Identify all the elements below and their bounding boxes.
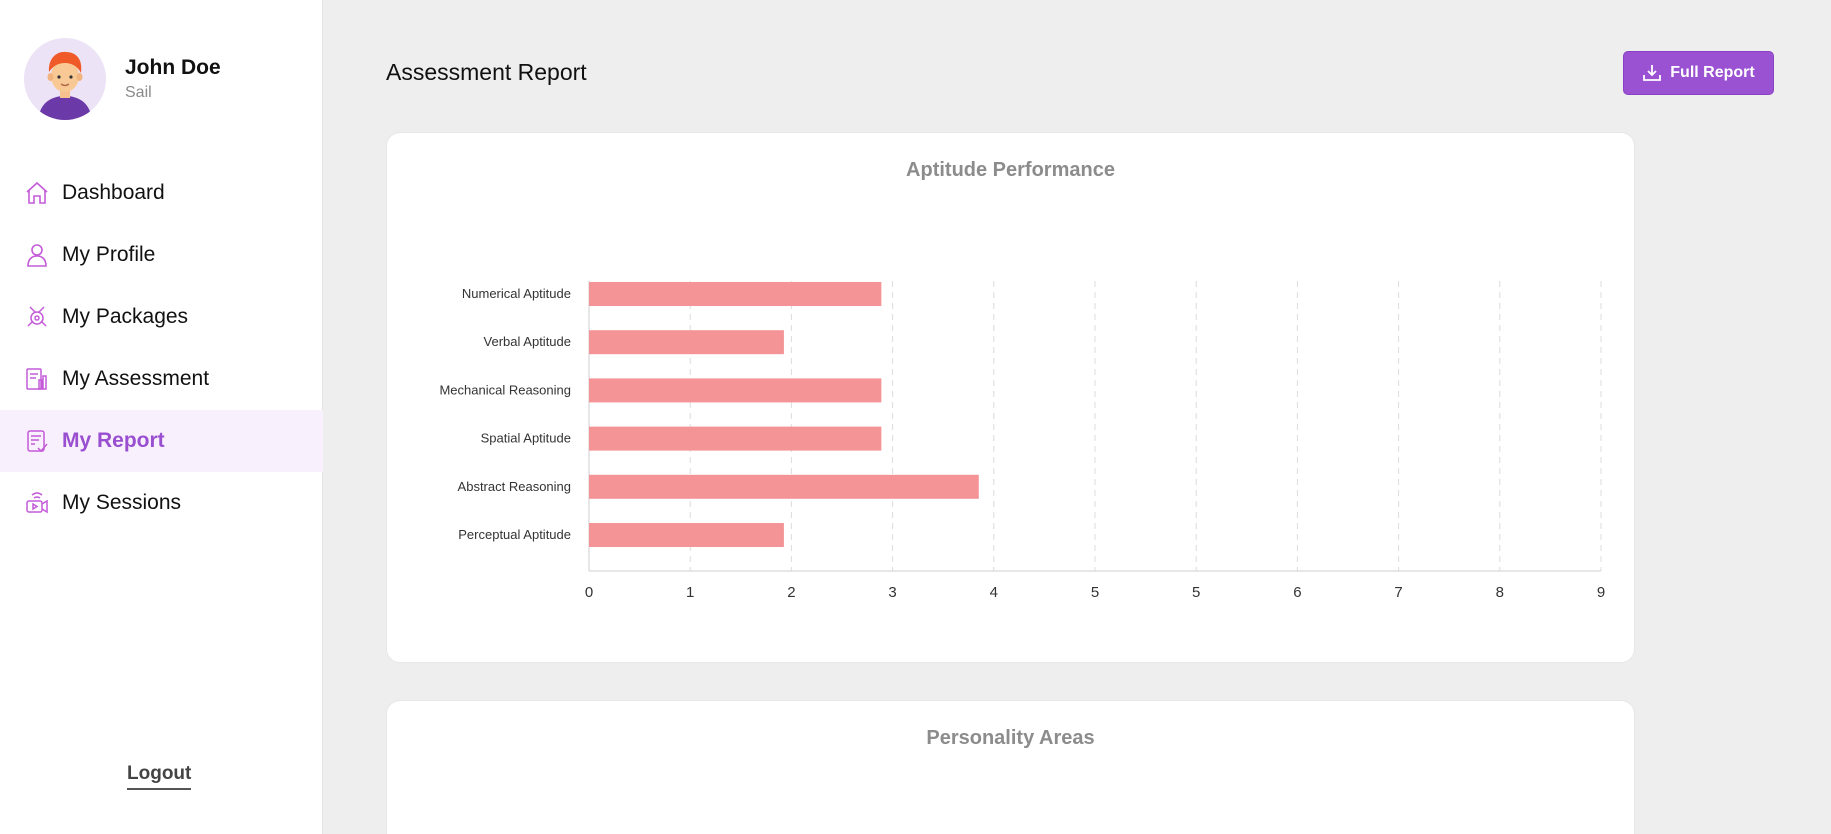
bar (589, 282, 882, 306)
user-icon (24, 242, 50, 268)
x-tick-label: 5 (1192, 584, 1200, 601)
x-tick-label: 2 (787, 584, 795, 601)
report-icon (24, 428, 50, 454)
sidebar-item-label: My Report (62, 429, 165, 452)
bar (589, 474, 979, 499)
sidebar-item-my-report[interactable]: My Report (0, 410, 323, 472)
bar (589, 426, 882, 451)
user-subtitle: Sail (125, 84, 152, 101)
avatar (24, 38, 106, 120)
sidebar-nav: Dashboard My Profile My Packages My Asse… (0, 162, 323, 534)
x-tick-label: 7 (1394, 584, 1402, 601)
user-profile: John Doe Sail (24, 38, 221, 120)
sessions-icon (24, 490, 50, 516)
sidebar-item-label: My Assessment (62, 367, 210, 390)
logout-link[interactable]: Logout (127, 763, 192, 790)
sidebar-item-my-assessment[interactable]: My Assessment (0, 348, 323, 410)
full-report-button[interactable]: Full Report (1623, 51, 1774, 95)
aptitude-performance-card: Aptitude Performance 0 1 2 3 4 5 5 6 7 8 9 Numerica… (386, 132, 1635, 663)
x-tick-label: 4 (990, 584, 998, 601)
home-icon (24, 180, 50, 206)
category-label: Numerical Aptitude (462, 286, 571, 301)
x-tick-label: 9 (1597, 584, 1605, 601)
personality-areas-card: Personality Areas (386, 700, 1635, 834)
sidebar-item-my-packages[interactable]: My Packages (0, 286, 323, 348)
full-report-label: Full Report (1670, 64, 1755, 81)
bar (589, 330, 784, 355)
sidebar-item-my-sessions[interactable]: My Sessions (0, 472, 323, 534)
x-tick-label: 5 (1091, 584, 1099, 601)
x-tick-label: 1 (686, 584, 694, 601)
sidebar-item-my-profile[interactable]: My Profile (0, 224, 323, 286)
user-name: John Doe (125, 56, 221, 79)
assessment-icon (24, 366, 50, 392)
sidebar-item-label: My Sessions (62, 491, 182, 514)
download-icon (1643, 65, 1662, 81)
x-tick-label: 8 (1496, 584, 1504, 601)
bar (589, 523, 784, 547)
bar (589, 378, 882, 403)
page-title: Assessment Report (386, 59, 587, 85)
sidebar-item-label: My Profile (62, 243, 156, 266)
personality-title: Personality Areas (926, 727, 1095, 749)
sidebar-item-dashboard[interactable]: Dashboard (0, 162, 323, 224)
category-label: Spatial Aptitude (481, 431, 571, 446)
category-label: Perceptual Aptitude (458, 527, 571, 542)
category-label: Mechanical Reasoning (439, 382, 571, 397)
x-tick-label: 6 (1293, 584, 1301, 601)
x-tick-label: 3 (888, 584, 896, 601)
category-label: Verbal Aptitude (484, 334, 571, 349)
sidebar: John Doe Sail Dashboard My Profile My Pa… (0, 0, 323, 834)
sidebar-item-label: My Packages (62, 305, 189, 328)
category-label: Abstract Reasoning (458, 479, 571, 494)
packages-icon (24, 304, 50, 330)
x-tick-label: 0 (585, 584, 593, 601)
sidebar-item-label: Dashboard (62, 181, 165, 204)
aptitude-chart: 0 1 2 3 4 5 5 6 7 8 9 Numerical Aptitude Verbal Apti… (439, 281, 1605, 601)
